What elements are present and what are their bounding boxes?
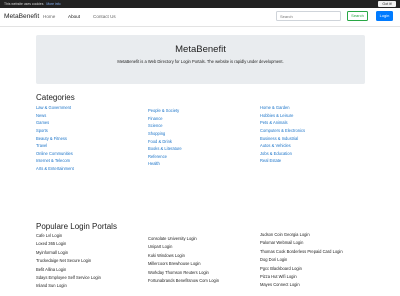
category-link[interactable]: Health [148,160,182,168]
portal-link[interactable]: Befit Allina Login [36,266,101,274]
category-link[interactable]: Pets & Animals [260,119,305,127]
category-link[interactable]: Sports [36,127,74,135]
category-link[interactable]: Travel [36,142,74,150]
category-link[interactable]: Science [148,122,182,130]
nav-contact-us[interactable]: Contact Us [93,14,116,19]
category-link[interactable]: Law & Government [36,104,74,112]
portal-link[interactable]: Inland Sun Login [36,282,101,290]
hero-subtitle: MetaBenefit is a Web Directory for Login… [117,59,284,64]
search-button[interactable]: Search [347,11,368,21]
search-input[interactable] [276,11,341,21]
category-link[interactable]: News [36,112,74,120]
category-link[interactable]: Business & Industrial [260,135,305,143]
categories-column-2: People & Society Finance Science Shopping Fo… [148,107,182,168]
portal-link[interactable]: Cafe Lvl Login [36,232,101,240]
cookie-more-info-link[interactable]: More info [46,2,60,6]
categories-column-1: Law & Government News Games Sports Beauty & … [36,104,74,173]
category-link[interactable]: People & Society [148,107,182,115]
category-link[interactable]: Internet & Telecom [36,157,74,165]
categories-heading: Categories [36,93,75,102]
portals-column-3: Judson Coin Georgia Login Palomar Webmail… [260,231,343,290]
hero-title: MetaBenefit [175,44,226,55]
portal-link[interactable]: Sdays Employee Self Service Login [36,274,101,282]
portal-link[interactable]: Truckedaige Net Secure Login [36,257,101,265]
category-link[interactable]: Home & Garden [260,104,305,112]
cookie-text: This website uses cookies [4,2,44,6]
hero-banner: MetaBenefit MetaBenefit is a Web Directo… [36,35,365,84]
category-link[interactable]: Beauty & Fitness [36,135,74,143]
portal-link[interactable]: Mayes Connect Login [260,281,343,289]
portal-link[interactable]: Pgcc Blackboard Login [260,265,343,273]
category-link[interactable]: Computers & Electronics [260,127,305,135]
portal-link[interactable]: Workday Thomson Reuters Login [148,269,219,277]
portals-heading: Populare Login Portals [36,222,117,231]
portal-link[interactable]: Thomas Cook Borderless Prepaid Card Logi… [260,248,343,256]
portal-link[interactable]: Loxed 365 Login [36,240,101,248]
category-link[interactable]: Finance [148,115,182,123]
portals-column-2: Consolate University Login Unipart Login K… [148,235,219,285]
category-link[interactable]: Online Communities [36,150,74,158]
cookie-message: This website uses cookies More info [4,0,60,8]
portal-link[interactable]: Millercoors Brewhouse Login [148,260,219,268]
category-link[interactable]: Jobs & Education [260,150,305,158]
portal-link[interactable]: Consolate University Login [148,235,219,243]
portal-link[interactable]: Pizza Hut Wifi Login [260,273,343,281]
portals-column-1: Cafe Lvl Login Loxed 365 Login Myinformall… [36,232,101,291]
portal-link[interactable]: Kuki Windows Login [148,252,219,260]
nav-home[interactable]: Home [43,14,55,19]
login-button[interactable]: Login [376,11,393,21]
category-link[interactable]: Food & Drink [148,138,182,146]
portal-link[interactable]: Myinformall Login [36,249,101,257]
portal-link[interactable]: Judson Coin Georgia Login [260,231,343,239]
category-link[interactable]: Games [36,119,74,127]
category-link[interactable]: Reference [148,153,182,161]
category-link[interactable]: Autos & Vehicles [260,142,305,150]
category-link[interactable]: Books & Literature [148,145,182,153]
category-link[interactable]: Real Estate [260,157,305,165]
portal-link[interactable]: Palomar Webmail Login [260,239,343,247]
brand-logo[interactable]: MetaBenefit [4,13,39,20]
category-link[interactable]: Hobbies & Leisure [260,112,305,120]
portal-link[interactable]: Dog Dori Login [260,256,343,264]
cookie-bar: This website uses cookies More info Got … [0,0,400,8]
nav-about[interactable]: About [68,14,80,19]
category-link[interactable]: Shopping [148,130,182,138]
portal-link[interactable]: Unipart Login [148,243,219,251]
navbar: MetaBenefit Home About Contact Us Search… [0,8,400,27]
categories-column-3: Home & Garden Hobbies & Leisure Pets & Ani… [260,104,305,165]
portal-link[interactable]: Fortunabrands Benefitsnow Com Login [148,277,219,285]
cookie-accept-button[interactable]: Got it! [378,1,396,7]
category-link[interactable]: Arts & Entertainment [36,165,74,173]
